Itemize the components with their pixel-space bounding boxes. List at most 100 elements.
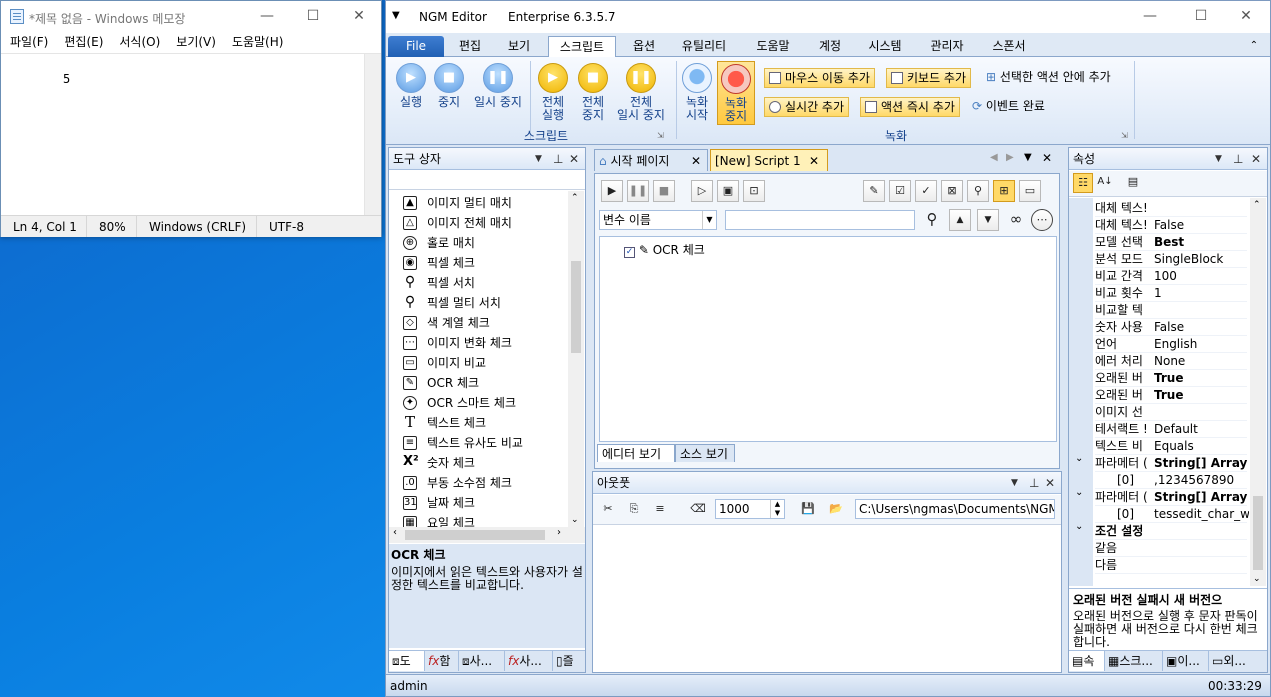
property-value[interactable]: Default (1154, 421, 1249, 438)
stop-button[interactable]: ■ 중지 (432, 63, 466, 109)
broom-icon[interactable]: ✂ (597, 499, 619, 521)
ngm-titlebar[interactable]: ▼ NGM Editor Enterprise 6.3.5.7 — ☐ ✕ (386, 1, 1270, 33)
dialog-launcher-icon[interactable]: ⇲ (1121, 131, 1128, 140)
chevron-up-icon[interactable]: ⌃ (571, 193, 579, 203)
maximize-icon[interactable]: ☐ (1178, 1, 1224, 32)
property-row[interactable]: 오래된 버 True (1095, 370, 1247, 387)
property-value[interactable]: Equals (1154, 438, 1249, 455)
dropdown-icon[interactable]: ▼ (1215, 148, 1222, 170)
close-icon[interactable]: ✕ (336, 1, 382, 32)
pause-icon[interactable]: ❚❚ (627, 180, 649, 202)
toolbox-hscroll[interactable]: ‹ › (389, 527, 585, 543)
add-inside-selected-button[interactable]: ⊞ 선택한 액션 안에 추가 (986, 68, 1111, 86)
stop-all-button[interactable]: ■ 전체 중지 (574, 63, 612, 122)
property-value[interactable]: None (1154, 353, 1249, 370)
add-mouse-move-button[interactable]: 마우스 이동 추가 (764, 68, 875, 88)
property-row[interactable]: 텍스트 비 Equals (1095, 438, 1247, 455)
property-value[interactable]: String[] Array (1154, 489, 1249, 506)
tab-view[interactable]: 보기 (501, 36, 537, 58)
chevron-down-icon[interactable]: ⌄ (1253, 574, 1261, 584)
tab-user[interactable]: ⧈사... (459, 651, 505, 671)
menu-format[interactable]: 서식(O) (110, 32, 167, 52)
property-row[interactable]: 에러 처리 None (1095, 353, 1247, 370)
property-row[interactable]: 테서랙트 ! Default (1095, 421, 1247, 438)
tab-external[interactable]: ▭외... (1209, 651, 1267, 671)
tab-script[interactable]: 스크립트 (548, 36, 616, 58)
pin-icon[interactable]: ⊥ (553, 148, 563, 170)
output-path-input[interactable]: C:\Users\ngmas\Documents\NGM6\ (855, 499, 1055, 519)
run-button[interactable]: ▶ 실행 (394, 63, 428, 109)
toolbox-item[interactable]: X² 숫자 체크 (403, 453, 475, 473)
property-row[interactable]: [0] ,1234567890 (1095, 472, 1247, 489)
toolbox-vscroll[interactable]: ⌃ ⌄ (568, 191, 584, 527)
play-icon[interactable]: ▶ (601, 180, 623, 202)
variable-search-input[interactable] (725, 210, 915, 230)
run-all-button[interactable]: ▶ 전체 실행 (534, 63, 572, 122)
close-icon[interactable]: ✕ (1045, 472, 1055, 494)
sort-alpha-icon[interactable]: A↓ (1095, 173, 1115, 193)
add-keyboard-button[interactable]: 키보드 추가 (886, 68, 972, 88)
tree-view-icon[interactable]: ⊞ (993, 180, 1015, 202)
ocr-icon[interactable]: ✎ (863, 180, 885, 202)
record-start-button[interactable]: 녹화 시작 (680, 63, 714, 122)
categorized-icon[interactable]: ☷ (1073, 173, 1093, 193)
property-row[interactable]: 숫자 사용 False (1095, 319, 1247, 336)
toolbox-item[interactable]: 31 날짜 체크 (403, 493, 475, 513)
tab-edit[interactable]: 편집 (452, 36, 488, 58)
dropdown-icon[interactable]: ▼ (535, 148, 542, 170)
menu-file[interactable]: 파일(F) (1, 32, 55, 52)
check-all-icon[interactable]: ☑ (889, 180, 911, 202)
tab-favorites[interactable]: ▯즐 (553, 651, 585, 671)
property-value[interactable]: Best (1154, 234, 1249, 251)
tab-system[interactable]: 시스템 (860, 36, 910, 58)
tab-help[interactable]: 도움말 (748, 36, 798, 58)
menu-edit[interactable]: 편집(E) (55, 32, 110, 52)
menu-view[interactable]: 보기(V) (167, 32, 223, 52)
property-row[interactable]: 오래된 버 True (1095, 387, 1247, 404)
close-icon[interactable]: ✕ (569, 148, 579, 170)
minimize-icon[interactable]: — (1127, 1, 1173, 32)
add-realtime-button[interactable]: 실시간 추가 (764, 97, 850, 117)
tab-toolbox[interactable]: ⧈도 (389, 651, 425, 671)
property-value[interactable]: ,1234567890 (1154, 472, 1249, 489)
add-action-now-button[interactable]: 액션 즉시 추가 (860, 97, 960, 117)
notepad-text-area[interactable]: 5 (1, 53, 381, 216)
property-row[interactable]: 모델 선택 Best (1095, 234, 1247, 251)
save-icon[interactable]: 💾 (797, 499, 819, 521)
close-icon[interactable]: ✕ (809, 150, 819, 172)
script-node-ocr-check[interactable]: ✓ ✎ OCR 체크 (624, 241, 705, 259)
tab-start-page[interactable]: ⌂ 시작 페이지 ✕ (594, 149, 708, 171)
scroll-right-icon[interactable]: ▶ (1006, 152, 1014, 163)
toolbox-item[interactable]: ⚲ 픽셀 서치 (405, 273, 475, 293)
toolbox-item[interactable]: ≡ 텍스트 유사도 비교 (403, 433, 523, 453)
property-pages-icon[interactable]: ▤ (1123, 173, 1143, 193)
property-row[interactable]: 언어 English (1095, 336, 1247, 353)
stepper-icon[interactable]: ▲ ▼ (770, 500, 784, 518)
tab-editor-view[interactable]: 에디터 보기 (597, 444, 675, 462)
record-stop-button[interactable]: 녹화 중지 (717, 61, 755, 125)
scroll-left-icon[interactable]: ◀ (990, 152, 998, 163)
tab-admin[interactable]: 관리자 (922, 36, 972, 58)
property-row[interactable]: 파라메터 (String[] Array (1095, 489, 1247, 506)
checkbox-icon[interactable]: ✓ (624, 247, 635, 258)
close-icon[interactable]: ✕ (1251, 148, 1261, 170)
list-icon[interactable]: ≡ (649, 499, 671, 521)
tab-options[interactable]: 옵션 (626, 36, 662, 58)
toolbox-item[interactable]: △ 이미지 전체 매치 (403, 213, 512, 233)
step-icon[interactable]: ▷ (691, 180, 713, 202)
tab-user-functions[interactable]: fx사... (505, 651, 553, 671)
toolbox-item[interactable]: T 텍스트 체크 (405, 413, 486, 433)
property-value[interactable]: False (1154, 319, 1249, 336)
move-up-icon[interactable]: ▲ (949, 209, 971, 231)
tab-account[interactable]: 계정 (812, 36, 848, 58)
property-value[interactable]: SingleBlock (1154, 251, 1249, 268)
dialog-launcher-icon[interactable]: ⇲ (657, 131, 664, 140)
toolbox-item[interactable]: ✎ OCR 체크 (403, 373, 479, 393)
stop-icon[interactable]: ■ (653, 180, 675, 202)
more-icon[interactable]: ⋯ (1031, 209, 1053, 231)
chevron-down-icon[interactable]: ▼ (702, 211, 716, 229)
toolbox-item[interactable]: ▭ 이미지 비교 (403, 353, 486, 373)
eraser-icon[interactable]: ⌫ (687, 499, 709, 521)
property-row[interactable]: [0] tessedit_char_wh (1095, 506, 1249, 523)
toolbox-item[interactable]: ▲ 이미지 멀티 매치 (403, 193, 512, 213)
